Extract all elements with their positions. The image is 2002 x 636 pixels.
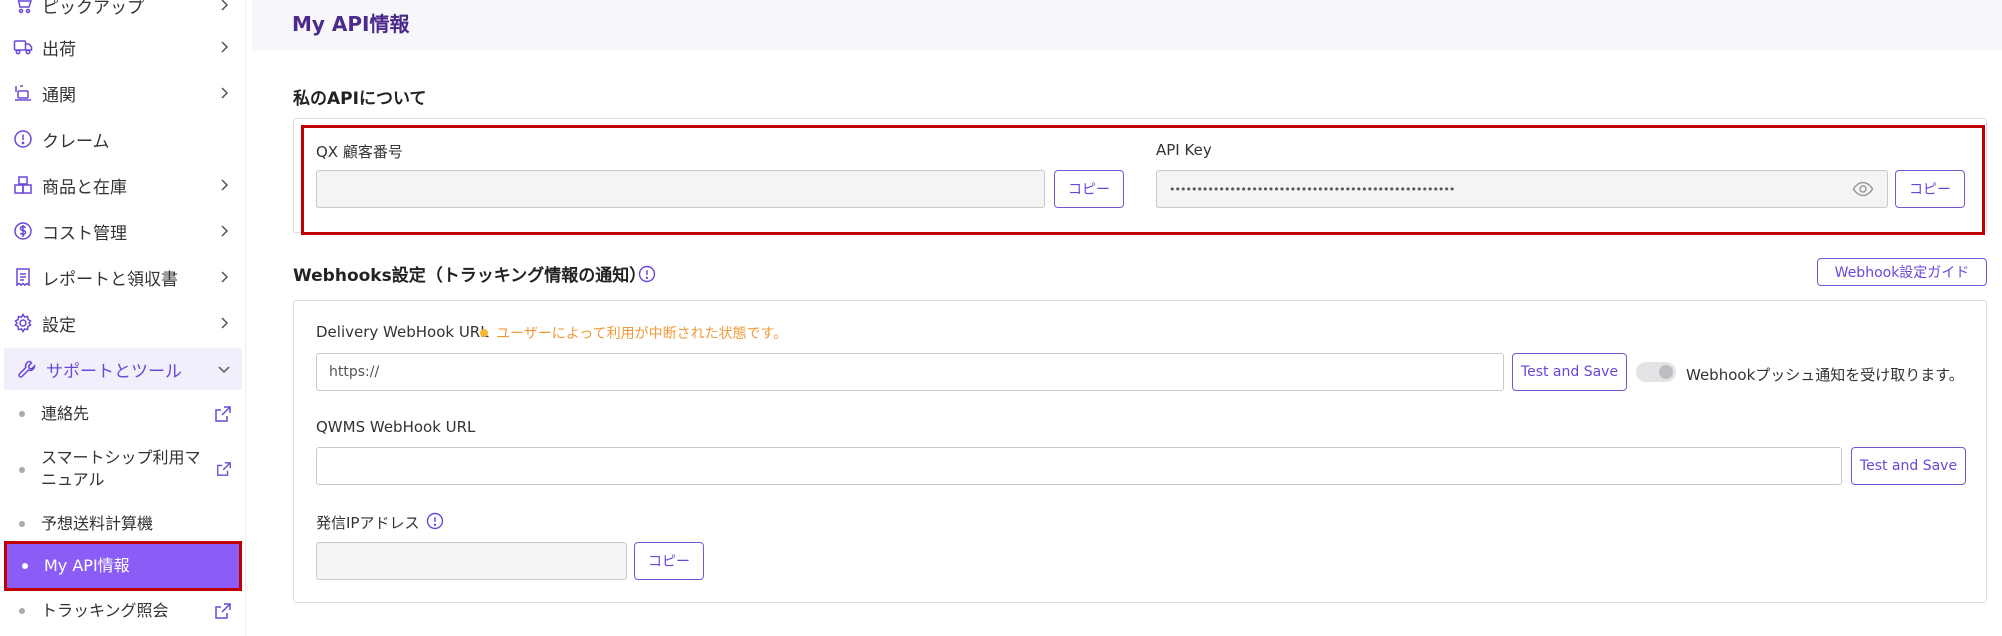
chevron-right-icon: [221, 317, 229, 329]
info-icon[interactable]: [426, 512, 444, 530]
api-key-input[interactable]: ••••••••••••••••••••••••••••••••••••••••…: [1156, 170, 1888, 208]
sidebar-subitem-label: 予想送料計算機: [41, 514, 154, 533]
cart-icon: [12, 0, 34, 16]
wrench-icon: [16, 358, 38, 380]
webhook-guide-button[interactable]: Webhook設定ガイド: [1817, 258, 1987, 286]
customer-number-label: QX 顧客番号: [316, 143, 403, 161]
chevron-right-icon: [221, 271, 229, 283]
sidebar-item-label: サポートとツール: [46, 361, 182, 382]
webhook-push-toggle[interactable]: [1636, 362, 1676, 382]
copy-ip-button[interactable]: コピー: [634, 542, 704, 580]
sidebar-subitem-label: My API情報: [44, 556, 130, 575]
boxes-icon: [12, 174, 34, 196]
chevron-right-icon: [221, 0, 229, 11]
delivery-warning-text: ユーザーによって利用が中断された状態です。: [496, 326, 788, 342]
warning-dot-icon: [480, 329, 488, 337]
sidebar-subitem-tracking[interactable]: トラッキング照会: [0, 594, 246, 628]
sidebar-subitem-contacts[interactable]: 連絡先: [0, 396, 246, 432]
alert-circle-icon: [12, 128, 34, 150]
copy-api-key-button[interactable]: コピー: [1895, 170, 1965, 208]
api-key-label: API Key: [1156, 141, 1212, 159]
delivery-webhook-input[interactable]: https://: [316, 353, 1504, 391]
sidebar-subitem-manual[interactable]: スマートシップ利用マ ニュアル: [0, 444, 246, 496]
sidebar-item-pickup[interactable]: ピックアップ: [0, 0, 246, 26]
ip-address-input[interactable]: [316, 542, 627, 580]
info-icon[interactable]: [638, 265, 656, 283]
sidebar-subitem-label: スマートシップ利用マ: [41, 448, 201, 467]
sidebar-item-label: レポートと領収書: [42, 269, 178, 290]
sidebar-item-cost[interactable]: コスト管理: [0, 210, 246, 252]
qwms-webhook-label: QWMS WebHook URL: [316, 418, 476, 436]
sidebar-item-label: 出荷: [42, 39, 76, 60]
sidebar-subitem-shipping-calculator[interactable]: 予想送料計算機: [0, 506, 246, 542]
sidebar-item-label: ピックアップ: [42, 0, 144, 18]
sidebar-subitem-label: 連絡先: [41, 404, 90, 423]
external-link-icon: [217, 462, 231, 476]
sidebar-item-label: クレーム: [42, 131, 110, 152]
sidebar: ピックアップ 出荷 通関 クレーム 商品と在庫 コスト管理 レポートと領収書 設…: [0, 0, 246, 636]
sidebar-item-reports[interactable]: レポートと領収書: [0, 256, 246, 298]
chevron-down-icon: [218, 366, 230, 374]
sidebar-item-support-tools[interactable]: サポートとツール: [4, 348, 242, 390]
external-link-icon: [215, 603, 231, 619]
page-header: My API情報: [252, 0, 2002, 50]
customer-number-input[interactable]: [316, 170, 1045, 208]
chevron-right-icon: [221, 41, 229, 53]
main-content: My API情報 私のAPIについて QX 顧客番号 コピー API Key •…: [252, 0, 2002, 636]
sidebar-item-claims[interactable]: クレーム: [0, 118, 246, 160]
copy-customer-number-button[interactable]: コピー: [1054, 170, 1124, 208]
sidebar-item-label: コスト管理: [42, 223, 127, 244]
gear-icon: [12, 312, 34, 334]
delivery-warning: ユーザーによって利用が中断された状態です。: [480, 323, 787, 343]
chevron-right-icon: [221, 225, 229, 237]
sidebar-item-customs[interactable]: 通関: [0, 72, 246, 114]
chevron-right-icon: [221, 179, 229, 191]
sidebar-subitem-my-api[interactable]: My API情報: [4, 541, 242, 591]
customs-icon: [12, 82, 34, 104]
sidebar-item-label: 設定: [42, 315, 76, 336]
sidebar-item-label: 通関: [42, 85, 76, 106]
delivery-webhook-label: Delivery WebHook URL: [316, 323, 489, 341]
dollar-circle-icon: [12, 220, 34, 242]
webhook-push-label: Webhookプッシュ通知を受け取ります。: [1686, 366, 1964, 384]
truck-icon: [12, 36, 34, 58]
chevron-right-icon: [221, 87, 229, 99]
ip-address-label: 発信IPアドレス: [316, 514, 420, 532]
page-title: My API情報: [292, 12, 410, 36]
sidebar-subitem-label-line2: ニュアル: [41, 470, 105, 489]
sidebar-subitem-label: トラッキング照会: [41, 601, 169, 620]
qwms-test-save-button[interactable]: Test and Save: [1851, 447, 1966, 485]
sidebar-item-products-inventory[interactable]: 商品と在庫: [0, 164, 246, 206]
sidebar-item-label: 商品と在庫: [42, 177, 127, 198]
eye-icon[interactable]: [1852, 178, 1874, 200]
delivery-test-save-button[interactable]: Test and Save: [1512, 353, 1627, 391]
qwms-webhook-input[interactable]: [316, 447, 1842, 485]
about-api-title: 私のAPIについて: [293, 89, 427, 109]
sidebar-item-shipping[interactable]: 出荷: [0, 26, 246, 68]
external-link-icon: [215, 406, 231, 422]
webhooks-title: Webhooks設定（トラッキング情報の通知）: [293, 266, 647, 286]
receipt-icon: [12, 266, 34, 288]
sidebar-item-settings[interactable]: 設定: [0, 302, 246, 344]
